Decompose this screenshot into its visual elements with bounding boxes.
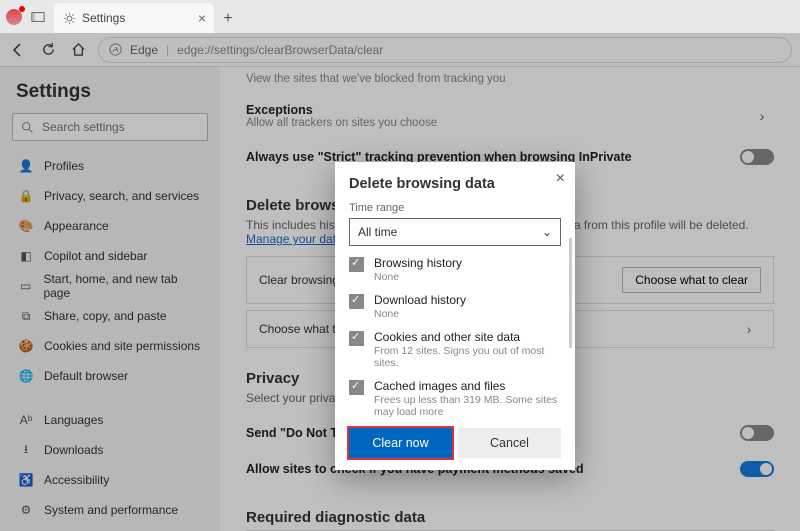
checkbox-checked-icon[interactable] — [349, 257, 364, 272]
option-title: Cached images and files — [374, 379, 561, 393]
cancel-button[interactable]: Cancel — [458, 428, 561, 458]
option-title: Browsing history — [374, 256, 462, 270]
checkbox-checked-icon[interactable] — [349, 380, 364, 395]
clear-data-option[interactable]: Cached images and filesFrees up less tha… — [349, 379, 561, 418]
option-title: Download history — [374, 293, 466, 307]
option-subtitle: None — [374, 271, 462, 283]
clear-data-option[interactable]: Browsing historyNone — [349, 256, 561, 283]
clear-browsing-data-dialog: × Delete browsing data Time range All ti… — [335, 162, 575, 470]
gear-icon — [62, 11, 76, 25]
checkbox-checked-icon[interactable] — [349, 331, 364, 346]
dialog-scrollbar[interactable] — [569, 238, 572, 348]
close-dialog-button[interactable]: × — [556, 170, 565, 188]
browser-tab[interactable]: Settings × — [54, 3, 214, 33]
close-icon[interactable]: × — [198, 10, 206, 26]
time-range-select[interactable]: All time ⌄ — [349, 218, 561, 246]
time-range-value: All time — [358, 225, 397, 239]
tab-actions-icon[interactable] — [28, 7, 48, 27]
dialog-title: Delete browsing data — [349, 176, 561, 192]
option-subtitle: Frees up less than 319 MB. Some sites ma… — [374, 394, 561, 418]
tab-title: Settings — [82, 11, 192, 25]
new-tab-button[interactable]: + — [214, 5, 242, 33]
chevron-down-icon: ⌄ — [542, 225, 552, 239]
option-title: Cookies and other site data — [374, 330, 561, 344]
title-bar: Settings × + — [0, 0, 800, 33]
option-subtitle: None — [374, 308, 466, 320]
profile-avatar-icon[interactable] — [6, 9, 22, 25]
time-range-label: Time range — [349, 202, 561, 214]
clear-data-option[interactable]: Download historyNone — [349, 293, 561, 320]
option-subtitle: From 12 sites. Signs you out of most sit… — [374, 345, 561, 369]
clear-data-option[interactable]: Cookies and other site dataFrom 12 sites… — [349, 330, 561, 369]
clear-now-button[interactable]: Clear now — [349, 428, 452, 458]
checkbox-checked-icon[interactable] — [349, 294, 364, 309]
